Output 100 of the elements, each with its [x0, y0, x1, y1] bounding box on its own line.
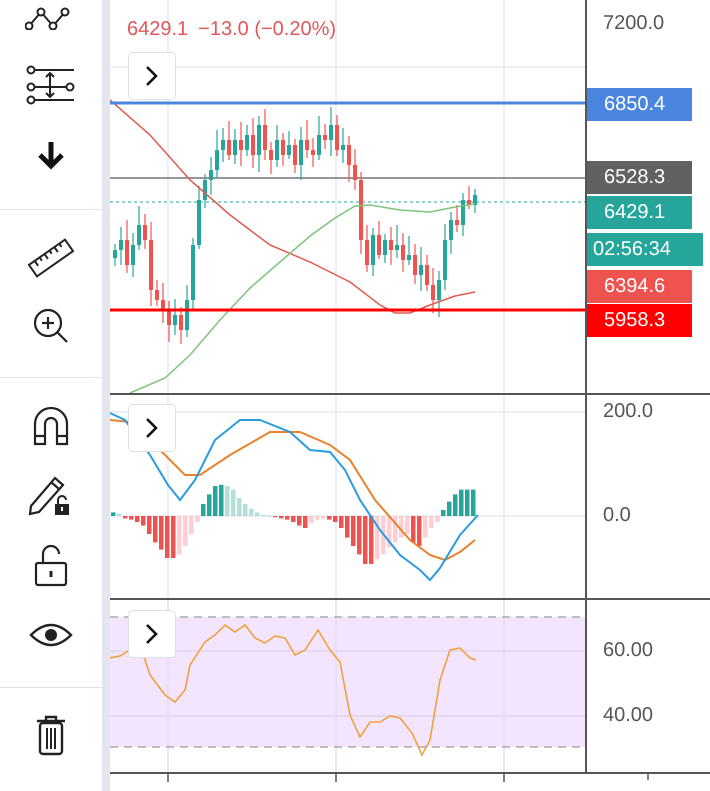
histogram-bar: [333, 516, 338, 522]
candlestick: [293, 139, 297, 173]
candlestick: [317, 116, 321, 160]
price-tag: 6429.1: [587, 196, 692, 229]
candlestick: [221, 128, 225, 162]
histogram-bar: [159, 516, 164, 550]
candlestick: [365, 225, 369, 272]
histogram-bar: [291, 516, 296, 522]
candlestick: [113, 244, 117, 266]
price-tag: 6528.3: [587, 161, 692, 194]
candlestick: [449, 212, 453, 254]
histogram-bar: [405, 516, 410, 534]
histogram-bar: [189, 516, 194, 534]
histogram-bar: [237, 498, 242, 516]
histogram-bar: [279, 516, 284, 518]
candlestick: [347, 136, 351, 182]
histogram-bar: [357, 516, 362, 554]
expand-button[interactable]: [128, 52, 176, 100]
price-change-text: −13.0 (−0.20%): [198, 18, 336, 41]
histogram-bar: [381, 516, 386, 554]
candlestick: [137, 206, 141, 250]
candlestick: [341, 128, 345, 163]
histogram-bar: [249, 508, 254, 516]
histogram-bar: [393, 516, 398, 542]
histogram-bar: [243, 504, 248, 516]
candlestick: [119, 227, 123, 265]
candlestick: [413, 244, 417, 284]
axis-label: 7200.0: [603, 11, 664, 36]
histogram-bar: [141, 516, 146, 526]
histogram-bar: [417, 516, 422, 546]
histogram-bar: [213, 486, 218, 516]
histogram-bar: [309, 516, 314, 524]
candlestick: [425, 255, 429, 291]
histogram-bar: [387, 516, 392, 548]
candlestick: [227, 121, 231, 160]
candlestick: [275, 125, 279, 167]
histogram-bar: [135, 516, 140, 522]
histogram-bar: [465, 490, 470, 516]
histogram-bar: [177, 516, 182, 554]
candlestick: [269, 142, 273, 174]
candlestick: [437, 271, 441, 317]
candlestick: [233, 129, 237, 164]
candlestick: [257, 116, 261, 172]
candlestick: [335, 115, 339, 156]
candlestick: [311, 138, 315, 167]
candlestick: [323, 124, 327, 149]
histogram-bar: [315, 516, 320, 520]
histogram-bar: [339, 516, 344, 528]
histogram-bar: [471, 490, 476, 516]
axis-label: 0.0: [603, 503, 631, 528]
chevron-right-icon: [144, 416, 160, 440]
histogram-bar: [219, 484, 224, 516]
histogram-bar: [327, 516, 332, 520]
histogram-bar: [321, 516, 326, 518]
candlestick: [371, 228, 375, 276]
candlestick: [389, 227, 393, 265]
histogram-bar: [171, 516, 176, 558]
histogram-bar: [411, 516, 416, 542]
histogram-bar: [399, 516, 404, 538]
chevron-right-icon: [144, 622, 160, 646]
candlestick: [167, 301, 171, 342]
candlestick: [467, 186, 471, 209]
candlestick: [281, 133, 285, 166]
candlestick: [143, 214, 147, 249]
histogram-bar: [129, 516, 134, 520]
histogram-bar: [285, 516, 290, 520]
candlestick: [461, 193, 465, 236]
histogram-bar: [201, 504, 206, 516]
candlestick: [329, 107, 333, 156]
candlestick: [197, 186, 201, 249]
expand-button[interactable]: [128, 610, 176, 658]
candlestick: [383, 234, 387, 263]
candlestick: [173, 299, 177, 335]
price-tag: 6850.4: [587, 88, 692, 121]
candlestick: [155, 280, 159, 306]
histogram-bar: [297, 516, 302, 526]
histogram-bar: [459, 490, 464, 516]
histogram-bar: [453, 494, 458, 516]
histogram-bar: [441, 510, 446, 516]
axis-label: 60.00: [603, 638, 654, 663]
candlestick: [251, 118, 255, 168]
candlestick: [443, 224, 447, 290]
histogram-bar: [207, 494, 212, 516]
candlestick: [431, 268, 435, 313]
histogram-bar: [117, 514, 122, 516]
histogram-bar: [255, 512, 260, 516]
axis-label: 200.0: [603, 399, 654, 424]
axis-label: 40.00: [603, 703, 654, 728]
candlestick: [185, 285, 189, 337]
candlestick: [179, 307, 183, 344]
histogram-bar: [153, 516, 158, 542]
histogram-bar: [351, 516, 356, 546]
histogram-bar: [195, 516, 200, 522]
histogram-bar: [435, 516, 440, 522]
candlestick: [473, 189, 477, 213]
histogram-bar: [447, 502, 452, 516]
candlestick: [419, 247, 423, 291]
expand-button[interactable]: [128, 404, 176, 452]
candlestick: [239, 122, 243, 166]
candlestick: [287, 131, 291, 159]
